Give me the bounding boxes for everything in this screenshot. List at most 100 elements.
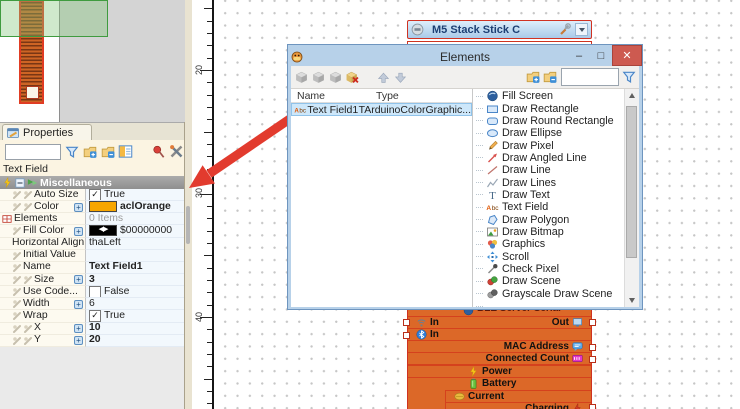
palette-item-graphics[interactable]: Graphics — [473, 238, 624, 250]
property-value-cell[interactable]: 6 — [85, 298, 184, 310]
output-pin[interactable] — [589, 404, 596, 409]
row-connected-count[interactable]: Connected Count — [408, 353, 591, 364]
output-pin[interactable] — [589, 356, 596, 363]
expand-plus-icon[interactable]: + — [74, 336, 83, 345]
palette-tree[interactable]: Fill ScreenDraw RectangleDraw Round Rect… — [473, 89, 624, 307]
property-row[interactable]: Auto Size✓True — [0, 189, 184, 201]
tab-properties[interactable]: Properties — [2, 124, 92, 141]
palette-item-draw-bitmap[interactable]: Draw Bitmap — [473, 226, 624, 238]
row-mac-address[interactable]: MAC Address — [408, 341, 591, 352]
palette-item-scroll[interactable]: Scroll — [473, 250, 624, 262]
column-name[interactable]: Name — [291, 90, 376, 102]
column-type[interactable]: Type — [376, 90, 399, 102]
palette-item-draw-text[interactable]: Draw Text — [473, 189, 624, 201]
close-button[interactable]: ✕ — [612, 45, 642, 66]
property-row[interactable]: X+10 — [0, 323, 184, 335]
expand-all-icon[interactable] — [525, 70, 540, 85]
elements-list[interactable]: Name Type Text Field1 TArduinoColorGraph… — [291, 89, 473, 307]
component-dropdown-button[interactable] — [575, 23, 588, 36]
color-swatch[interactable] — [89, 201, 117, 212]
palette-item-draw-line[interactable]: Draw Line — [473, 164, 624, 176]
output-pin[interactable] — [589, 319, 596, 326]
property-row[interactable]: Y+20 — [0, 335, 184, 347]
row-charging[interactable]: Charging — [446, 403, 591, 409]
expand-all-icon[interactable] — [82, 144, 97, 159]
properties-scrollbar-thumb[interactable] — [186, 206, 190, 244]
minimize-button[interactable]: – — [568, 45, 590, 66]
property-row[interactable]: Elements0 Items — [0, 213, 184, 225]
property-row[interactable]: Wrap✓True — [0, 310, 184, 322]
property-value-cell[interactable]: aclOrange — [85, 201, 184, 213]
collapse-all-icon[interactable] — [542, 70, 557, 85]
duplicate-element-icon[interactable] — [311, 70, 326, 85]
property-value-cell[interactable]: thaLeft — [85, 238, 184, 250]
palette-item-draw-angled-line[interactable]: Draw Angled Line — [473, 152, 624, 164]
property-row[interactable]: Color+aclOrange — [0, 201, 184, 213]
checkbox-icon[interactable]: ✓ — [89, 310, 101, 322]
arrange-panel-icon[interactable] — [118, 144, 133, 159]
input-pin[interactable] — [403, 319, 410, 326]
elements-dialog[interactable]: Elements – □ ✕ Name Ty — [287, 44, 643, 310]
collapse-all-icon[interactable] — [100, 144, 115, 159]
expand-plus-icon[interactable]: + — [74, 324, 83, 333]
checkbox-icon[interactable]: ✓ — [89, 189, 101, 201]
palette-search-input[interactable] — [561, 68, 619, 86]
property-value-cell[interactable]: 20 — [85, 335, 184, 347]
add-element-icon[interactable] — [294, 70, 309, 85]
row-power[interactable]: Power — [408, 366, 591, 378]
property-value-cell[interactable]: 0 Items — [85, 213, 184, 225]
property-value-cell[interactable]: ✓True — [85, 310, 184, 322]
property-row[interactable]: Horizontal AlignthaLeft — [0, 238, 184, 250]
scroll-up-button[interactable] — [625, 89, 639, 102]
palette-item-draw-ellipse[interactable]: Draw Ellipse — [473, 127, 624, 139]
palette-item-draw-polygon[interactable]: Draw Polygon — [473, 213, 624, 225]
property-value-cell[interactable] — [85, 250, 184, 262]
palette-item-draw-round-rectangle[interactable]: Draw Round Rectangle — [473, 115, 624, 127]
property-value-cell[interactable]: False — [85, 286, 184, 298]
property-row[interactable]: Fill Color+◀▶$00000000 — [0, 225, 184, 237]
palette-item[interactable] — [473, 300, 624, 307]
expand-plus-icon[interactable]: + — [74, 275, 83, 284]
checkbox-icon[interactable] — [89, 286, 101, 298]
property-value-cell[interactable]: ✓True — [85, 189, 184, 201]
scrollbar-thumb[interactable] — [626, 106, 637, 258]
filter-funnel-icon[interactable] — [621, 70, 636, 85]
row-in-bluetooth[interactable]: In — [408, 329, 591, 340]
collapse-box-icon[interactable] — [15, 178, 25, 188]
row-battery[interactable]: Battery — [408, 378, 591, 390]
palette-item-fill-screen[interactable]: Fill Screen — [473, 90, 624, 102]
palette-item-draw-scene[interactable]: Draw Scene — [473, 275, 624, 287]
property-value-cell[interactable]: 3 — [85, 274, 184, 286]
row-in-out[interactable]: In Out — [408, 317, 591, 329]
scroll-down-button[interactable] — [625, 294, 639, 307]
property-value-cell[interactable]: Text Field1 — [85, 262, 184, 274]
palette-item-text-field[interactable]: Text Field — [473, 201, 624, 213]
property-row[interactable]: Use Code...False — [0, 286, 184, 298]
properties-filter-input[interactable] — [5, 144, 61, 160]
input-pin[interactable] — [403, 332, 410, 339]
edit-element-icon[interactable] — [328, 70, 343, 85]
component-wrench-icon[interactable] — [558, 23, 571, 36]
row-current[interactable]: Current — [446, 391, 591, 402]
dialog-title-bar[interactable]: Elements – □ ✕ — [291, 48, 639, 66]
delete-element-icon[interactable] — [345, 70, 360, 85]
pin-icon[interactable] — [151, 144, 166, 159]
property-value-cell[interactable]: 10 — [85, 323, 184, 335]
alpha-color-swatch[interactable]: ◀▶ — [89, 225, 117, 236]
move-up-icon[interactable] — [376, 70, 391, 85]
board-preview-area[interactable] — [0, 0, 186, 122]
panel-splitter[interactable] — [185, 0, 192, 409]
tools-icon[interactable] — [169, 144, 184, 159]
expand-plus-icon[interactable]: + — [74, 227, 83, 236]
component-header-m5-stack-stick-c[interactable]: M5 Stack Stick C — [407, 20, 592, 39]
property-value-cell[interactable]: ◀▶$00000000 — [85, 225, 184, 237]
property-row[interactable]: Width+6 — [0, 298, 184, 310]
category-header-miscellaneous[interactable]: Miscellaneous — [0, 176, 184, 189]
property-row[interactable]: Initial Value — [0, 250, 184, 262]
palette-item-check-pixel[interactable]: Check Pixel — [473, 263, 624, 275]
palette-item-draw-lines[interactable]: Draw Lines — [473, 176, 624, 188]
palette-item-grayscale-draw-scene[interactable]: Grayscale Draw Scene — [473, 288, 624, 300]
property-row[interactable]: NameText Field1 — [0, 262, 184, 274]
list-row-selected[interactable]: Text Field1 TArduinoColorGraphic... — [291, 103, 472, 116]
output-pin[interactable] — [589, 344, 596, 351]
